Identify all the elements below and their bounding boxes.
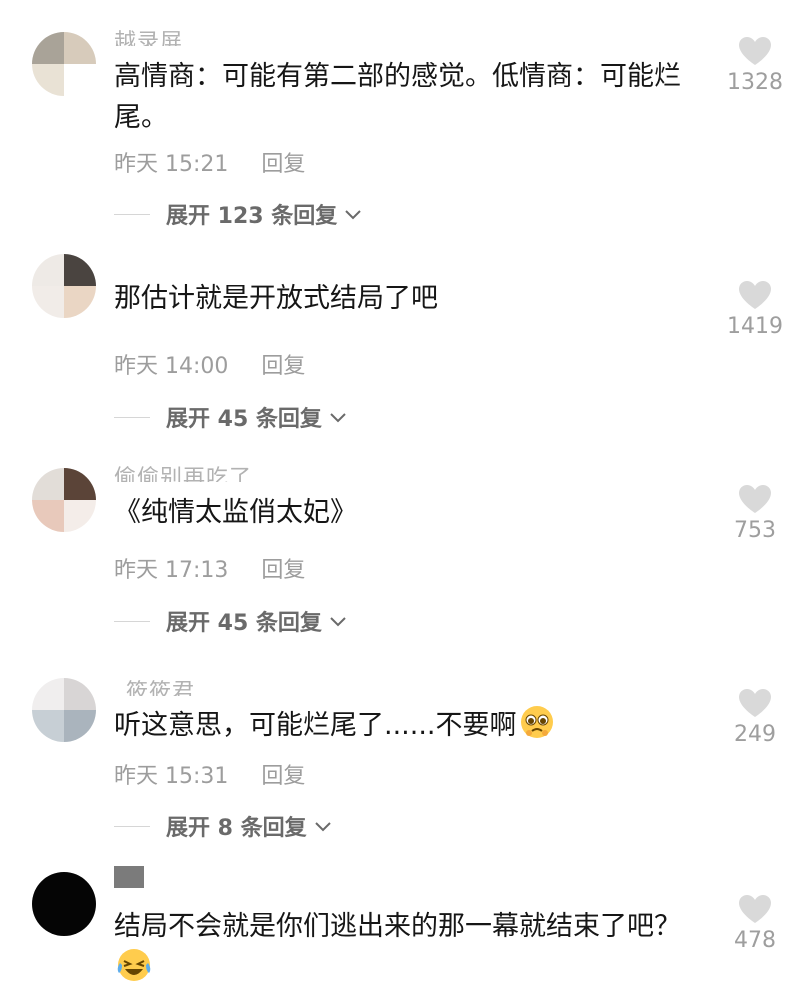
reply-button[interactable]: 回复 — [261, 354, 305, 379]
avatar[interactable] — [32, 32, 96, 96]
comment-text: 《纯情太监俏太妃》 — [114, 497, 357, 528]
expand-replies-label: 展开 45 条回复 — [166, 407, 322, 432]
comment-username[interactable]: 偷偷别再吃了 — [114, 460, 252, 482]
reply-button[interactable]: 回复 — [261, 764, 305, 789]
like-count: 478 — [734, 928, 776, 953]
like-button[interactable]: 478 — [718, 894, 792, 953]
comment-meta: 昨天 14:00 回复 — [114, 348, 305, 380]
divider — [114, 416, 150, 418]
divider — [114, 620, 150, 622]
expand-replies-button[interactable]: 展开 45 条回复 — [114, 606, 348, 636]
reply-button[interactable]: 回复 — [261, 152, 305, 177]
expand-replies-button[interactable]: 展开 123 条回复 — [114, 199, 363, 229]
comment-text: 听这意思，可能烂尾了......不要啊 — [114, 704, 704, 746]
comment-text-body: 听这意思，可能烂尾了......不要啊 — [114, 710, 517, 741]
heart-icon — [739, 485, 771, 513]
comment-time: 昨天 15:31 — [114, 764, 229, 789]
heart-icon — [739, 895, 771, 923]
chevron-down-icon — [330, 617, 346, 627]
comment-meta: 昨天 15:21 回复 — [114, 146, 305, 178]
expand-replies-label: 展开 8 条回复 — [166, 816, 307, 841]
avatar[interactable] — [32, 872, 96, 936]
comment-meta: 昨天 15:31 回复 — [114, 758, 305, 790]
comment-text: 那估计就是开放式结局了吧 — [114, 283, 438, 314]
comment-text: 高情商：可能有第二部的感觉。低情商：可能烂尾。 — [114, 61, 681, 133]
comment-username[interactable]: _筱筱君 — [114, 674, 195, 696]
avatar[interactable] — [32, 678, 96, 742]
expand-replies-button[interactable]: 展开 45 条回复 — [114, 402, 348, 432]
like-count: 753 — [734, 518, 776, 543]
expand-replies-label: 展开 45 条回复 — [166, 611, 322, 636]
laughing-crying-emoji — [117, 949, 151, 981]
heart-icon — [739, 281, 771, 309]
expand-replies-button[interactable]: 展开 8 条回复 — [114, 811, 333, 841]
comment-time: 昨天 14:00 — [114, 354, 229, 379]
chevron-down-icon — [314, 822, 331, 832]
comment-username[interactable]: 越录屏 — [114, 24, 183, 46]
heart-icon — [739, 37, 771, 65]
like-count: 1328 — [727, 70, 783, 95]
pleading-face-emoji — [520, 706, 553, 738]
expand-replies-label: 展开 123 条回复 — [166, 204, 338, 229]
like-count: 249 — [734, 722, 776, 747]
username-redaction — [114, 866, 144, 888]
like-button[interactable]: 1328 — [718, 36, 792, 95]
comment-text: 结局不会就是你们逃出来的那一幕就结束了吧？ — [114, 906, 704, 989]
avatar[interactable] — [32, 468, 96, 532]
comment-time: 昨天 17:13 — [114, 558, 229, 583]
comment-text-body: 结局不会就是你们逃出来的那一幕就结束了吧？ — [114, 911, 681, 942]
chevron-down-icon — [345, 210, 361, 220]
divider — [114, 213, 150, 215]
chevron-down-icon — [330, 413, 346, 423]
reply-button[interactable]: 回复 — [261, 558, 305, 583]
comment-username[interactable] — [114, 866, 144, 888]
comment-time: 昨天 15:21 — [114, 152, 229, 177]
like-count: 1419 — [727, 314, 783, 339]
avatar[interactable] — [32, 254, 96, 318]
like-button[interactable]: 753 — [718, 484, 792, 543]
like-button[interactable]: 1419 — [718, 280, 792, 339]
comment-meta: 昨天 17:13 回复 — [114, 552, 305, 584]
heart-icon — [739, 689, 771, 717]
divider — [114, 825, 150, 827]
like-button[interactable]: 249 — [718, 688, 792, 747]
